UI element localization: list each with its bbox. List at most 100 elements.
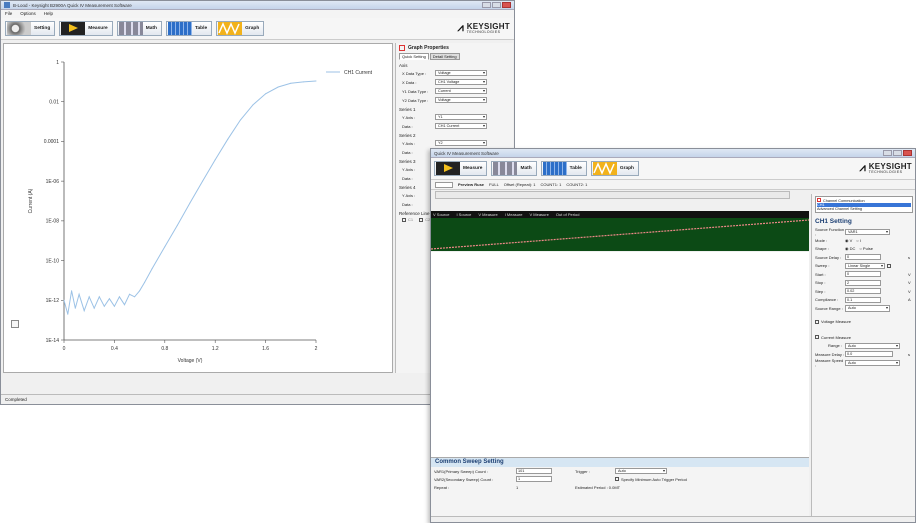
- graph-icon: [218, 22, 243, 35]
- autoscale-icon[interactable]: [11, 320, 19, 328]
- data-point: [93, 307, 95, 309]
- series-2-y-axis-select[interactable]: Y2: [435, 139, 487, 147]
- range-select[interactable]: Auto: [845, 342, 900, 349]
- table-button-2[interactable]: Table: [540, 161, 587, 176]
- math-button-2[interactable]: Math: [491, 161, 537, 176]
- title-bar: B-Lood - Keysight B2900A Quick IV Measur…: [1, 1, 514, 10]
- mode-v-radio[interactable]: ◉ V: [845, 238, 852, 243]
- tree-advanced-channel-label: Advanced Channel Setting: [817, 207, 862, 211]
- mode-row: Mode : ◉ V ○ I: [815, 237, 913, 245]
- y-tick-label: 0.0001: [44, 139, 60, 145]
- setting-button[interactable]: Setting: [5, 21, 56, 36]
- series-1-data-select[interactable]: CH1 Current: [435, 122, 487, 130]
- step-unit: V: [908, 288, 911, 294]
- mode-v-label: V: [849, 237, 853, 243]
- data-point: [67, 313, 69, 315]
- series-2-heading: Series 2: [399, 133, 416, 138]
- data-point: [124, 304, 125, 306]
- data-point: [277, 86, 279, 88]
- source-delay-row: Source Delay :0 s: [815, 254, 913, 262]
- voltage-measure-row[interactable]: Voltage Measure: [815, 318, 913, 326]
- legend-label: CH1 Current: [344, 70, 373, 76]
- sweep-settings-icon[interactable]: [887, 263, 891, 268]
- graph-button[interactable]: Graph: [216, 21, 265, 36]
- maximize-button[interactable]: [492, 2, 501, 8]
- shape-dc-radio[interactable]: ◉ DC: [845, 246, 855, 251]
- repeat-value[interactable]: 1: [516, 485, 518, 490]
- graph-area[interactable]: 1 0.01 0.0001 1E-06 1E-08 1E-10 1E-12 1E-14 0 0.4…: [3, 43, 393, 373]
- step-label: Step :: [815, 288, 826, 294]
- menu-help[interactable]: Help: [44, 11, 53, 17]
- sweep-combo[interactable]: [435, 181, 453, 188]
- trigger-select[interactable]: Auto: [615, 467, 667, 475]
- step-field[interactable]: 0.02: [845, 288, 881, 295]
- minimize-button[interactable]: [482, 2, 491, 8]
- data-point: [290, 82, 292, 84]
- x-data-type-select[interactable]: Voltage: [435, 69, 487, 77]
- y-tick-label: 1E-08: [46, 219, 60, 225]
- series-1-y-axis-select[interactable]: Y1: [435, 113, 487, 121]
- preview-blank-area: [431, 252, 809, 457]
- y2-data-type-label: Y2 Data Type :: [402, 97, 429, 103]
- measure-delay-field[interactable]: 0.0: [845, 351, 893, 358]
- measure-button-2[interactable]: Measure: [434, 161, 488, 176]
- shape-pulse-radio[interactable]: ○ Pulse: [859, 246, 873, 251]
- maximize-button-2[interactable]: [893, 150, 902, 156]
- current-measure-row[interactable]: Current Measure: [815, 334, 913, 342]
- table-icon: [542, 162, 567, 175]
- menu-options[interactable]: Options: [20, 11, 36, 17]
- compliance-field[interactable]: 0.1: [845, 296, 881, 303]
- secondary-count-label: VAR2(Secondary Sweep) Count :: [434, 476, 494, 482]
- math-button[interactable]: Math: [116, 21, 162, 36]
- x-data-select[interactable]: CH1 Voltage: [435, 78, 487, 86]
- tab-quick-setting[interactable]: Quick Setting: [399, 53, 429, 60]
- current-measure-label: Current Measure: [821, 334, 852, 340]
- specify-period-row[interactable]: Specify Minimum Auto Trigger Period: [572, 475, 687, 483]
- repeat-row: Repeat : 1: [431, 483, 552, 491]
- tab-detail-setting[interactable]: Detail Setting: [429, 53, 460, 60]
- start-field[interactable]: 0: [845, 271, 881, 278]
- count2: COUNT2: 1: [566, 182, 588, 187]
- data-point: [103, 305, 105, 307]
- menu-file[interactable]: File: [5, 11, 12, 17]
- y2-data-type-select[interactable]: Voltage: [435, 96, 487, 104]
- primary-count-field[interactable]: 101: [516, 468, 552, 474]
- tree-advanced-channel[interactable]: Advanced Channel Setting: [817, 207, 911, 211]
- play-icon: [61, 22, 86, 35]
- series-1-y-axis-row: Y Axis : Y1: [399, 113, 510, 121]
- series-line-1: [63, 80, 317, 315]
- x-data-type-row: X Data Type : Voltage: [399, 69, 510, 77]
- preview-range-value[interactable]: FULL: [489, 182, 499, 187]
- x-tick-label: 2: [315, 346, 318, 352]
- y1-data-type-select[interactable]: Current: [435, 87, 487, 95]
- source-delay-unit: s: [908, 254, 910, 260]
- graph-button-2[interactable]: Graph: [590, 161, 639, 176]
- source-range-select[interactable]: Auto: [845, 305, 890, 312]
- data-point: [144, 281, 146, 283]
- x-axis-label: Voltage (V): [178, 358, 203, 364]
- close-button-2[interactable]: [903, 150, 912, 156]
- measure-button[interactable]: Measure: [59, 21, 113, 36]
- data-point: [108, 298, 110, 300]
- reference-c2-checkbox[interactable]: C2: [419, 217, 430, 222]
- primary-count-row: VAR1(Primary Sweep) Count : 101: [431, 467, 552, 475]
- secondary-count-field[interactable]: 1: [516, 476, 552, 482]
- close-button[interactable]: [502, 2, 511, 8]
- measure-speed-select[interactable]: Auto: [845, 359, 900, 366]
- source-delay-field[interactable]: 0: [845, 254, 881, 261]
- table-button[interactable]: Table: [165, 21, 213, 36]
- data-point: [71, 290, 73, 292]
- mode-i-radio[interactable]: ○ I: [856, 238, 861, 243]
- data-point: [134, 296, 136, 298]
- preview-scrollbar[interactable]: [435, 191, 790, 199]
- logo-tagline-2: TECHNOLOGIES: [868, 169, 903, 174]
- keysight-mark-icon: ⩘: [457, 22, 464, 34]
- sweep-select[interactable]: Linear Single: [845, 262, 885, 269]
- channel-tree[interactable]: Channel Communication CH1 Advanced Chann…: [815, 196, 913, 213]
- reference-c1-checkbox[interactable]: C1: [402, 217, 413, 222]
- minimize-button-2[interactable]: [883, 150, 892, 156]
- stop-field[interactable]: 2: [845, 279, 881, 286]
- source-function-select[interactable]: VAR1: [845, 228, 890, 235]
- graph-properties-icon: [399, 45, 405, 51]
- gears-icon: [7, 22, 31, 35]
